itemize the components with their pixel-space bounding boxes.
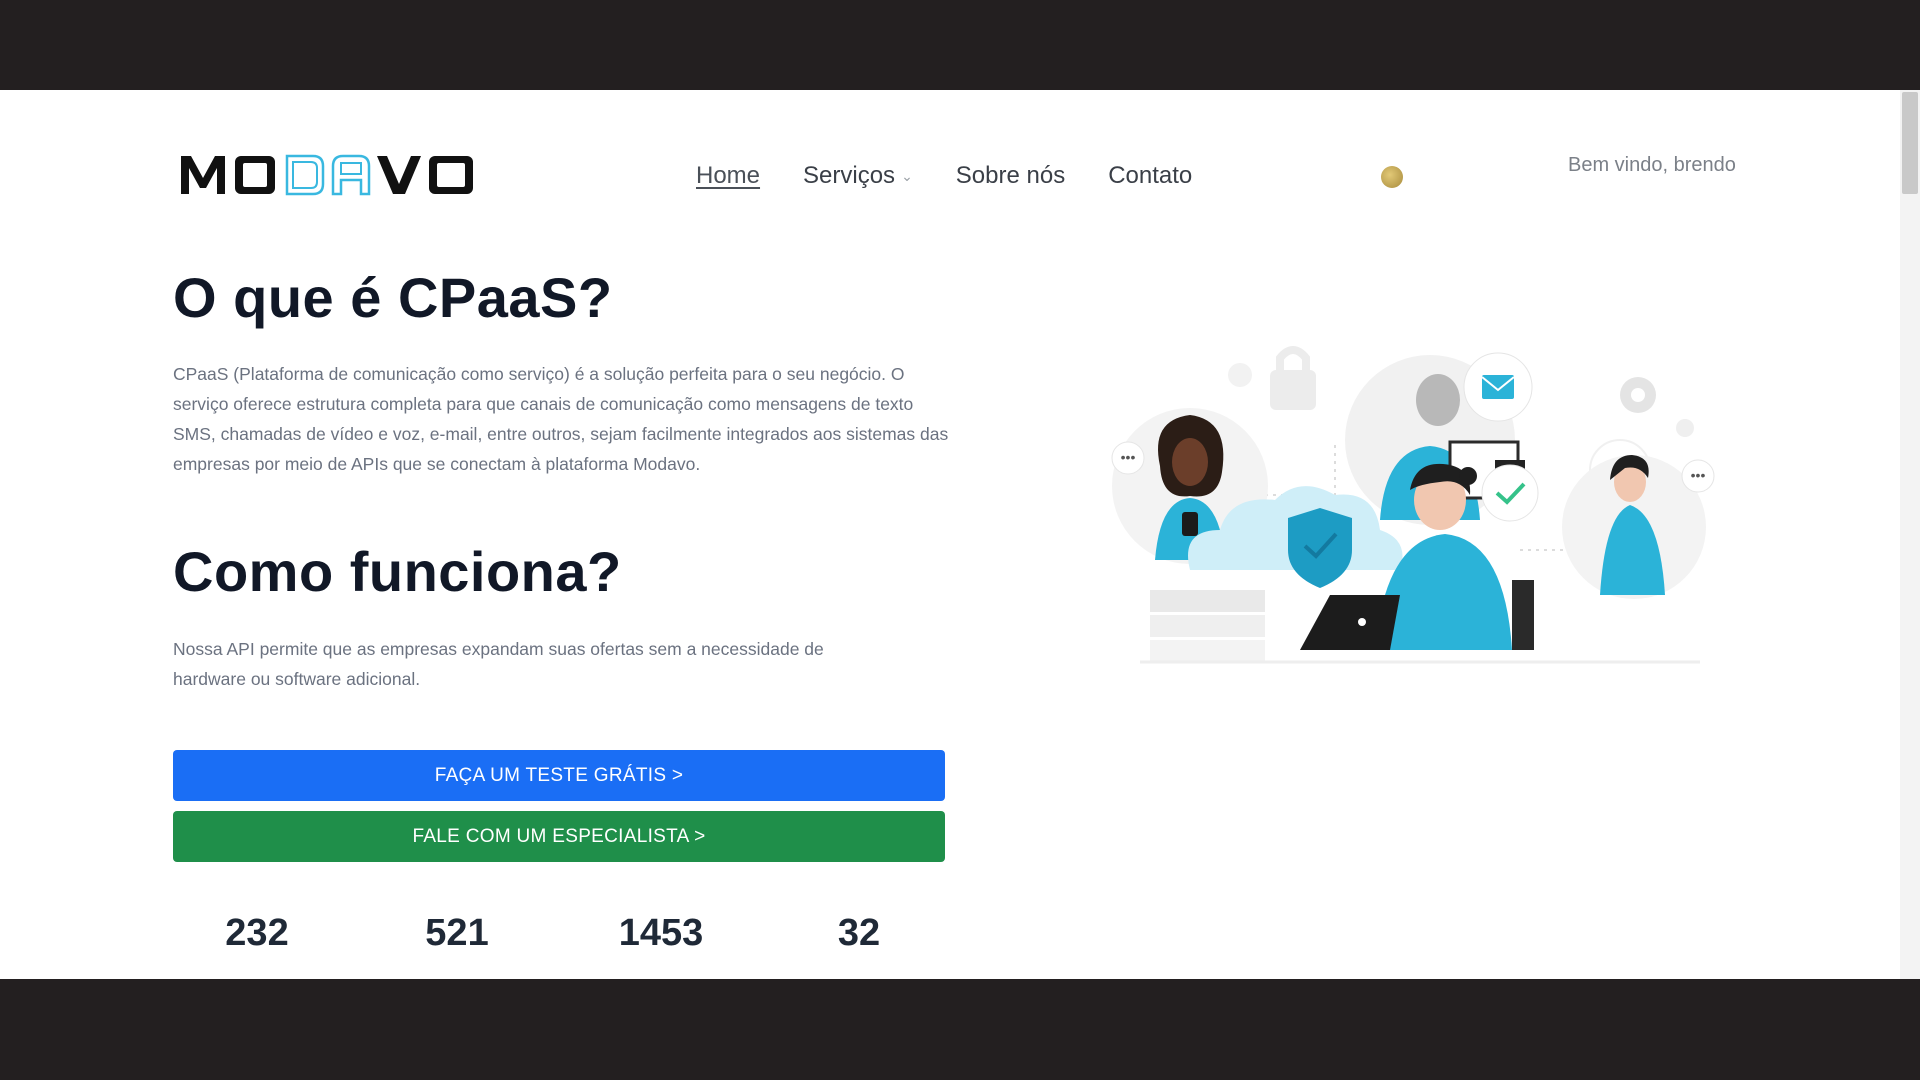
svg-text:•••: ••• <box>1691 467 1706 483</box>
letterbox-top <box>0 0 1920 90</box>
stat-value: 521 <box>425 912 489 954</box>
gear-icon <box>1620 377 1656 413</box>
chevron-down-icon: ⌄ <box>901 167 913 184</box>
mail-icon <box>1481 375 1515 399</box>
svg-text:•••: ••• <box>1121 449 1136 465</box>
nav-sobre-nos[interactable]: Sobre nós <box>956 162 1065 190</box>
welcome-text[interactable]: Bem vindo, brendo <box>1568 154 1736 177</box>
logo-wordmark <box>181 154 473 196</box>
letterbox-bottom <box>0 979 1920 1080</box>
section-text-como-funciona: Nossa API permite que as empresas expand… <box>173 639 824 689</box>
gear-icon <box>1228 363 1252 387</box>
avatar[interactable] <box>1381 166 1403 188</box>
stat-value: 1453 <box>618 912 704 954</box>
stat-value: 232 <box>225 912 289 954</box>
section-title-como-funciona: Como funciona? <box>173 540 622 603</box>
nav-servicos[interactable]: Serviços ⌄ <box>803 162 913 190</box>
nav-home-label: Home <box>696 162 761 189</box>
nav-contato[interactable]: Contato <box>1108 162 1192 190</box>
communication-illustration: ••• ••• <box>1111 346 1715 664</box>
scrollbar[interactable] <box>1900 90 1920 979</box>
web-page: Home Serviços ⌄ Sobre nós Contato Bem vin… <box>0 90 1920 979</box>
section-text-cpaas: CPaaS (Plataforma de comunicação como se… <box>173 364 949 474</box>
lock-icon <box>1270 346 1316 410</box>
free-trial-button[interactable]: FAÇA UM TESTE GRÁTIS > <box>173 750 945 801</box>
section-title-cpaas: O que é CPaaS? <box>173 266 613 329</box>
shield-icon <box>1288 508 1352 588</box>
nav-home[interactable]: Home <box>696 162 760 190</box>
stats-row: 232 521 1453 32 <box>173 912 945 962</box>
nav-contato-label: Contato <box>1108 162 1193 189</box>
talk-to-specialist-button[interactable]: FALE COM UM ESPECIALISTA > <box>173 811 945 862</box>
main-nav: Home Serviços ⌄ Sobre nós Contato <box>696 162 1192 190</box>
scrollbar-thumb[interactable] <box>1902 92 1918 194</box>
logo[interactable] <box>177 148 487 200</box>
nav-servicos-label: Serviços <box>803 162 896 189</box>
stat-value: 32 <box>837 912 881 954</box>
nav-sobre-label: Sobre nós <box>955 162 1066 189</box>
